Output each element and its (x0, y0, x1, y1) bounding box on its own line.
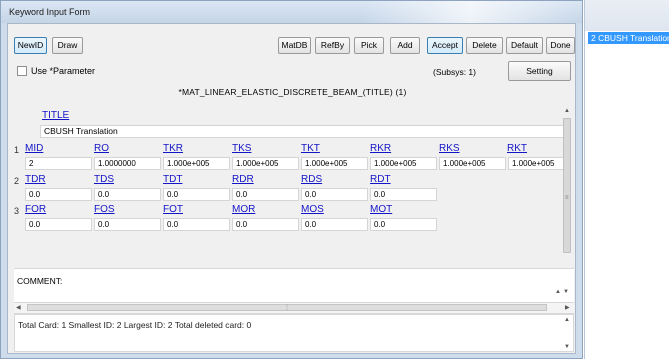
status-log: Total Card: 1 Smallest ID: 2 Largest ID:… (14, 314, 574, 352)
log-scroll-up-icon[interactable]: ▲ (564, 317, 570, 323)
tkr-label[interactable]: TKR (163, 143, 183, 154)
tdr-input[interactable]: 0.0 (25, 188, 92, 201)
tkr-input[interactable]: 1.000e+005 (163, 157, 230, 170)
setting-button[interactable]: Setting (508, 61, 571, 81)
scroll-right-arrow-icon[interactable]: ▶ (565, 304, 570, 311)
scroll-grip-h-icon: ⋮ (284, 305, 290, 311)
rds-label[interactable]: RDS (301, 174, 322, 185)
scroll-grip-icon: ≡ (565, 195, 569, 201)
checkbox-box[interactable] (17, 66, 27, 76)
default-button[interactable]: Default (506, 37, 543, 54)
fos-input[interactable]: 0.0 (94, 218, 161, 231)
keyword-input-form-window: Keyword Input Form NewID Draw MatDB RefB… (0, 0, 583, 359)
form-client-area: NewID Draw MatDB RefBy Pick Add Accept D… (7, 23, 576, 354)
keyword-cards-panel: TITLE CBUSH Translation 1 MID RO TKR TKS… (13, 106, 574, 264)
title-field-label[interactable]: TITLE (42, 110, 69, 121)
list-item-selected[interactable]: 2 CBUSH Translation (588, 32, 669, 44)
tds-label[interactable]: TDS (94, 174, 114, 185)
card-number-1: 1 (14, 145, 20, 155)
ro-input[interactable]: 1.0000000 (94, 157, 161, 170)
pick-button[interactable]: Pick (354, 37, 384, 54)
done-button[interactable]: Done (546, 37, 575, 54)
mor-label[interactable]: MOR (232, 204, 255, 215)
comment-scroll-down-icon[interactable]: ▼ (563, 289, 569, 295)
draw-button[interactable]: Draw (52, 37, 83, 54)
use-parameter-label: Use *Parameter (31, 66, 96, 76)
tdt-input[interactable]: 0.0 (163, 188, 230, 201)
card-number-2: 2 (14, 176, 20, 186)
rdr-input[interactable]: 0.0 (232, 188, 299, 201)
mot-label[interactable]: MOT (370, 204, 392, 215)
tds-input[interactable]: 0.0 (94, 188, 161, 201)
comment-area[interactable] (14, 268, 574, 303)
mid-input[interactable]: 2 (25, 157, 92, 170)
rkr-input[interactable]: 1.000e+005 (370, 157, 437, 170)
rks-label[interactable]: RKS (439, 143, 460, 154)
fot-input[interactable]: 0.0 (163, 218, 230, 231)
rdt-label[interactable]: RDT (370, 174, 391, 185)
scroll-up-arrow-icon[interactable]: ▲ (564, 108, 570, 114)
rkr-label[interactable]: RKR (370, 143, 391, 154)
vertical-scroll-thumb[interactable] (563, 118, 571, 253)
mid-label[interactable]: MID (25, 143, 43, 154)
log-scroll-down-icon[interactable]: ▼ (564, 344, 570, 350)
fot-label[interactable]: FOT (163, 204, 183, 215)
card-number-3: 3 (14, 206, 20, 216)
mos-input[interactable]: 0.0 (301, 218, 368, 231)
rdr-label[interactable]: RDR (232, 174, 254, 185)
window-title: Keyword Input Form (9, 7, 91, 17)
ro-label[interactable]: RO (94, 143, 109, 154)
mos-label[interactable]: MOS (301, 204, 324, 215)
for-input[interactable]: 0.0 (25, 218, 92, 231)
accept-button[interactable]: Accept (427, 37, 463, 54)
title-input[interactable]: CBUSH Translation (40, 125, 565, 138)
use-parameter-checkbox[interactable]: Use *Parameter (17, 66, 95, 76)
status-text: Total Card: 1 Smallest ID: 2 Largest ID:… (18, 320, 252, 330)
comment-label: COMMENT: (17, 276, 63, 286)
tks-label[interactable]: TKS (232, 143, 251, 154)
tkt-input[interactable]: 1.000e+005 (301, 157, 368, 170)
rkt-input[interactable]: 1.000e+005 (508, 157, 565, 170)
fos-label[interactable]: FOS (94, 204, 115, 215)
mot-input[interactable]: 0.0 (370, 218, 437, 231)
comment-scroll-up-icon[interactable]: ▲ (555, 289, 561, 295)
newid-button[interactable]: NewID (14, 37, 47, 54)
subsys-label: (Subsys: 1) (433, 67, 476, 77)
title-bar[interactable]: Keyword Input Form (1, 1, 582, 23)
delete-button[interactable]: Delete (466, 37, 503, 54)
tks-input[interactable]: 1.000e+005 (232, 157, 299, 170)
tdt-label[interactable]: TDT (163, 174, 182, 185)
for-label[interactable]: FOR (25, 204, 46, 215)
rds-input[interactable]: 0.0 (301, 188, 368, 201)
mor-input[interactable]: 0.0 (232, 218, 299, 231)
keyword-list-panel: 2 CBUSH Translation (584, 0, 669, 359)
tkt-label[interactable]: TKT (301, 143, 320, 154)
horizontal-scrollbar[interactable]: ◀ ⋮ ▶ (14, 302, 574, 314)
matdb-button[interactable]: MatDB (278, 37, 311, 54)
cards-vertical-scrollbar[interactable]: ▲ ≡ (563, 106, 572, 264)
rkt-label[interactable]: RKT (507, 143, 527, 154)
add-button[interactable]: Add (390, 37, 420, 54)
refby-button[interactable]: RefBy (315, 37, 350, 54)
keyword-title: *MAT_LINEAR_ELASTIC_DISCRETE_BEAM_(TITLE… (178, 87, 407, 97)
rdt-input[interactable]: 0.0 (370, 188, 437, 201)
title-bar-glare (361, 1, 581, 23)
side-panel-header (585, 0, 669, 31)
tdr-label[interactable]: TDR (25, 174, 46, 185)
scroll-left-arrow-icon[interactable]: ◀ (16, 304, 21, 311)
rks-input[interactable]: 1.000e+005 (439, 157, 506, 170)
